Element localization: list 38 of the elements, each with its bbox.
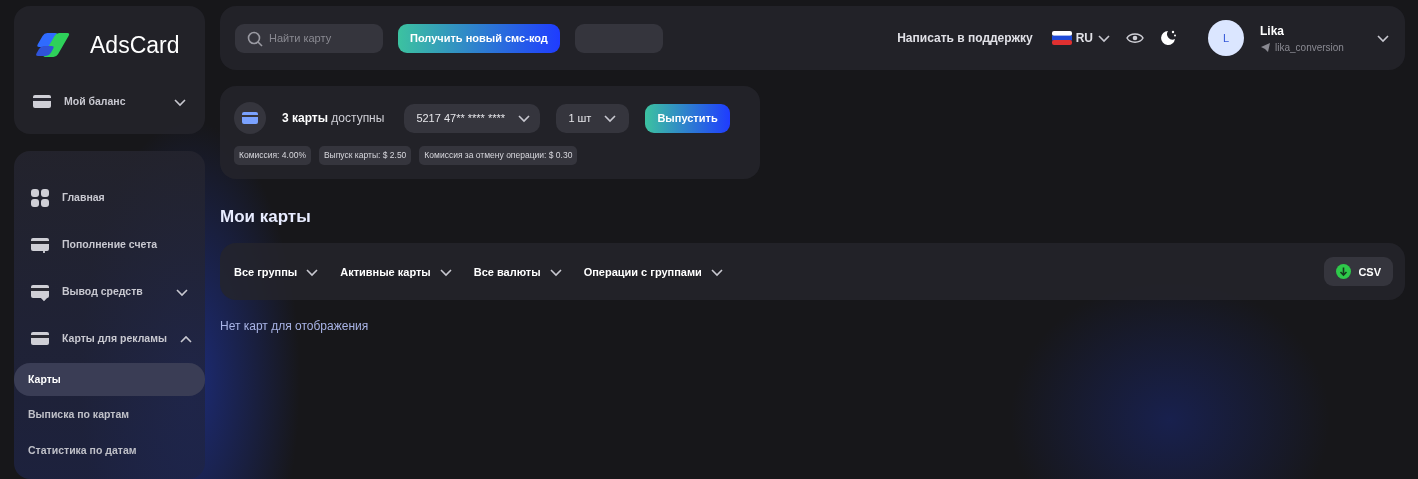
card-bin-select[interactable]: 5217 47** **** **** xyxy=(404,103,541,133)
fee-tag: Комиссия: 4.00% xyxy=(234,146,311,165)
sidebar-subitem[interactable]: Выписка по картам xyxy=(14,398,205,432)
sidebar-item[interactable]: Карты для рекламы xyxy=(14,315,205,363)
sidebar-item[interactable]: Вывод средств xyxy=(14,268,205,316)
eye-icon[interactable] xyxy=(1126,31,1144,45)
brand-name: AdsCard xyxy=(90,31,180,60)
csv-button[interactable]: CSV xyxy=(1324,257,1393,287)
sidebar-item[interactable]: Пополнение счета xyxy=(14,221,205,269)
paper-plane-icon xyxy=(1260,41,1271,53)
fee-tag: Комиссия за отмену операции: $ 0.30 xyxy=(419,146,578,165)
support-link[interactable]: Написать в поддержку xyxy=(897,29,1033,47)
fee-tag: Выпуск карты: $ 2.50 xyxy=(318,146,412,165)
filter-dropdown[interactable]: Операции с группами xyxy=(583,263,724,280)
user-handle: lika_conversion xyxy=(1275,40,1344,55)
download-icon xyxy=(1336,264,1352,280)
search-field[interactable]: Найти карту xyxy=(235,23,383,53)
language-select[interactable]: RU xyxy=(1051,29,1111,47)
sidebar-subitem[interactable]: Статистика по датам xyxy=(14,434,205,468)
sidebar-item[interactable]: Главная xyxy=(14,174,205,222)
quantity-select[interactable]: 1 шт xyxy=(556,103,630,133)
moon-icon[interactable] xyxy=(1159,29,1177,47)
user-avatar: L xyxy=(1208,20,1244,56)
filter-dropdown[interactable]: Все валюты xyxy=(473,263,563,280)
page-title: Мои карты xyxy=(220,205,312,228)
balance-menu[interactable]: Мой баланс xyxy=(28,78,191,126)
sms-code-button[interactable]: Получить новый смс-код xyxy=(398,23,560,53)
user-menu[interactable]: L Lika lika_conversion xyxy=(1208,20,1390,56)
filter-dropdown[interactable]: Все группы xyxy=(234,263,320,280)
flag-icon xyxy=(1051,31,1072,45)
filter-dropdown[interactable]: Активные карты xyxy=(340,263,453,280)
available-cards-text: 3 карты доступны xyxy=(282,110,385,127)
user-name: Lika xyxy=(1260,22,1285,40)
issue-button[interactable]: Выпустить xyxy=(645,103,730,133)
empty-message: Нет карт для отображения xyxy=(220,318,370,336)
grid-icon xyxy=(30,188,50,208)
card-icon xyxy=(234,102,266,134)
sidebar-subitem[interactable]: Карты xyxy=(14,362,205,397)
